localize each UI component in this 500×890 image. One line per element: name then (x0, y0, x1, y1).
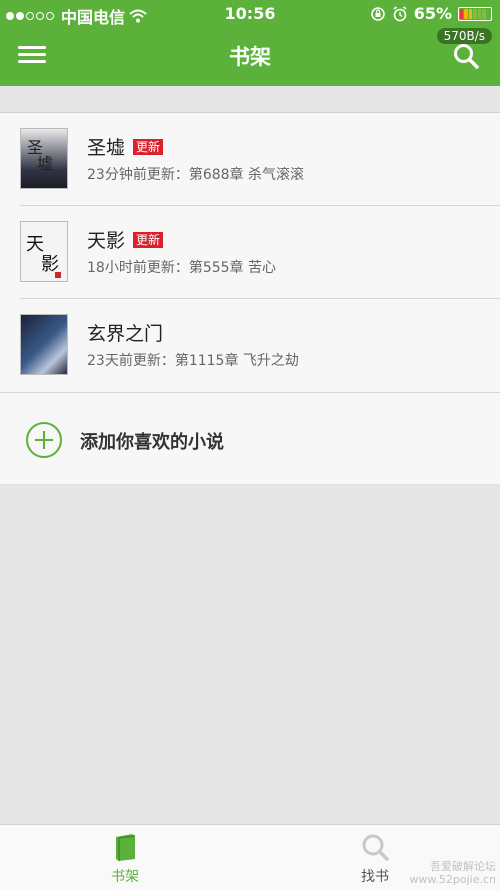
book-item[interactable]: 玄界之门 23天前更新：第1115章 飞升之劫 (20, 299, 500, 392)
svg-text:天: 天 (26, 234, 44, 255)
tab-bar: 书架 找书 吾爱破解论坛 www.52pojie.cn (0, 824, 500, 890)
svg-text:影: 影 (41, 254, 59, 275)
book-title: 天影 (87, 230, 126, 252)
search-icon (454, 44, 479, 69)
tab-bookshelf[interactable]: 书架 (0, 825, 250, 890)
plus-circle-icon (26, 422, 62, 458)
tab-label: 书架 (111, 869, 139, 885)
search-button[interactable] (452, 42, 480, 70)
book-cover: 圣墟 (20, 128, 68, 189)
alarm-icon (393, 5, 407, 21)
add-novel-button[interactable]: 添加你喜欢的小说 (0, 392, 500, 485)
watermark: 吾爱破解论坛 www.52pojie.cn (409, 860, 496, 886)
svg-text:墟: 墟 (37, 154, 53, 173)
header: 中国电信 10:56 65% 570B/s 书架 (0, 0, 500, 86)
bookshelf-list: 圣墟 圣墟 更新 23分钟前更新：第688章 杀气滚滚 天影 天影 更新 18小… (0, 112, 500, 485)
book-item[interactable]: 天影 天影 更新 18小时前更新：第555章 苦心 (20, 206, 500, 299)
status-bar: 中国电信 10:56 65% (0, 0, 500, 28)
book-title: 圣墟 (87, 137, 126, 159)
book-item[interactable]: 圣墟 圣墟 更新 23分钟前更新：第688章 杀气滚滚 (20, 113, 500, 206)
book-update-info: 23分钟前更新：第688章 杀气滚滚 (87, 167, 304, 183)
book-icon (116, 834, 136, 861)
book-update-info: 18小时前更新：第555章 苦心 (87, 260, 276, 276)
battery-percent: 65% (413, 4, 452, 23)
page-title: 书架 (229, 45, 271, 69)
book-cover (20, 314, 68, 375)
book-title: 玄界之门 (87, 323, 164, 345)
update-badge: 更新 (133, 138, 164, 155)
search-icon (362, 834, 389, 861)
add-novel-label: 添加你喜欢的小说 (80, 432, 224, 453)
rotation-lock-icon (370, 6, 385, 21)
battery-icon (458, 6, 492, 21)
book-cover: 天影 (20, 221, 68, 282)
book-update-info: 23天前更新：第1115章 飞升之劫 (87, 353, 299, 369)
update-badge: 更新 (133, 231, 164, 248)
